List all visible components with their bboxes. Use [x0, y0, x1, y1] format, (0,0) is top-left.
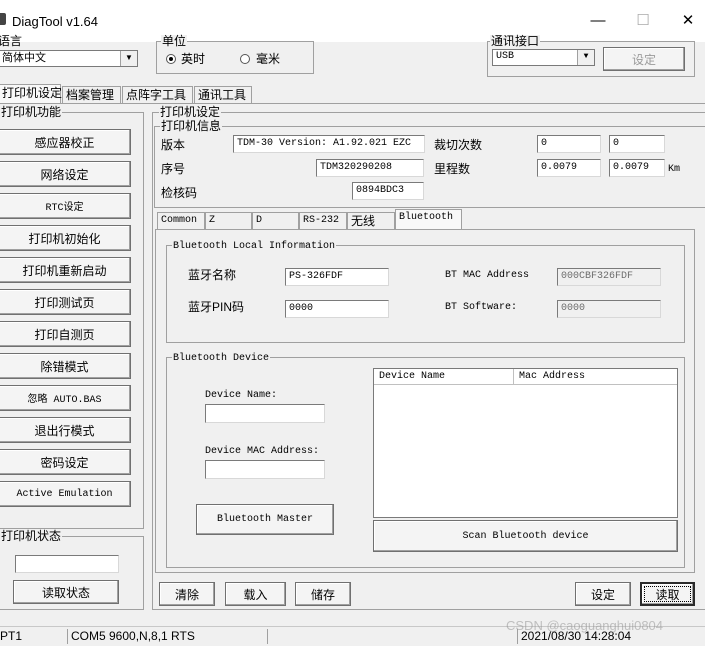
print-test-page-button[interactable]: 打印测试页	[0, 289, 131, 315]
subtab-z[interactable]: Z	[205, 212, 252, 230]
bt-name-label: 蓝牙名称	[188, 268, 237, 282]
bt-name-field[interactable]: PS-326FDF	[285, 268, 389, 286]
language-select[interactable]: 简体中文 ▼	[0, 50, 138, 67]
tab-comm-tools[interactable]: 通讯工具	[194, 86, 252, 104]
comm-select[interactable]: USB ▼	[492, 49, 595, 66]
serial-label: 序号	[161, 162, 186, 176]
save-button[interactable]: 储存	[295, 582, 351, 606]
mileage-field-2[interactable]: 0.0079	[609, 159, 665, 177]
language-label: 语言	[0, 34, 23, 48]
bt-device-title: Bluetooth Device	[172, 352, 271, 365]
app-icon	[0, 13, 6, 25]
checksum-label: 检核码	[161, 186, 198, 200]
set-button[interactable]: 设定	[575, 582, 631, 606]
subtab-d[interactable]: D	[252, 212, 299, 230]
printer-status-title: 打印机状态	[0, 529, 63, 543]
printer-status-field[interactable]	[15, 555, 119, 573]
bt-mac-label: BT MAC Address	[445, 270, 530, 281]
network-settings-button[interactable]: 网络设定	[0, 161, 131, 187]
unit-mm-label[interactable]: 毫米	[256, 52, 280, 66]
comm-select-value: USB	[496, 51, 515, 62]
cut-count-field-1[interactable]: 0	[537, 135, 601, 153]
device-list[interactable]: Device Name Mac Address	[373, 368, 678, 518]
tab-printer-settings[interactable]: 打印机设定	[0, 84, 62, 103]
print-self-test-button[interactable]: 打印自测页	[0, 321, 131, 347]
tab-bitmap-font[interactable]: 点阵字工具	[122, 86, 193, 104]
status-port: PT1	[0, 629, 23, 643]
subtab-rs232[interactable]: RS-232	[299, 212, 347, 230]
watermark: CSDN @caoguanghui0804	[506, 618, 664, 633]
maximize-icon[interactable]: ☐	[620, 8, 666, 34]
status-bar: PT1 COM5 9600,N,8,1 RTS 2021/08/30 14:28…	[0, 618, 705, 646]
printer-functions-title: 打印机功能	[0, 105, 63, 119]
ignore-autobas-button[interactable]: 忽略 AUTO.BAS	[0, 385, 131, 411]
mileage-field-1[interactable]: 0.0079	[537, 159, 601, 177]
device-list-header-mac[interactable]: Mac Address	[514, 369, 677, 385]
unit-label: 单位	[161, 34, 188, 48]
comm-label: 通讯接口	[490, 34, 541, 48]
active-emulation-button[interactable]: Active Emulation	[0, 481, 131, 507]
bt-local-title: Bluetooth Local Information	[172, 240, 337, 253]
bt-local-group	[166, 245, 685, 343]
printer-info-title: 打印机信息	[160, 119, 223, 133]
bt-software-label: BT Software:	[445, 302, 518, 313]
bt-mac-field: 000CBF326FDF	[557, 268, 661, 286]
serial-field[interactable]: TDM320290208	[316, 159, 424, 177]
unit-inch-radio[interactable]	[166, 54, 176, 64]
unit-inch-label[interactable]: 英时	[181, 52, 205, 66]
comm-set-button[interactable]: 设定	[603, 47, 685, 71]
version-label: 版本	[161, 138, 186, 152]
mileage-unit: Km	[668, 164, 681, 175]
device-name-field[interactable]	[205, 404, 325, 423]
rtc-settings-button[interactable]: RTC设定	[0, 193, 131, 219]
mileage-label: 里程数	[434, 162, 471, 176]
window-title: DiagTool v1.64	[12, 14, 98, 29]
language-select-value: 简体中文	[2, 52, 46, 64]
bt-software-field: 0000	[557, 300, 661, 318]
device-mac-label: Device MAC Address:	[205, 446, 320, 457]
password-settings-button[interactable]: 密码设定	[0, 449, 131, 475]
bt-pin-field[interactable]: 0000	[285, 300, 389, 318]
cut-count-label: 裁切次数	[434, 138, 483, 152]
device-mac-field[interactable]	[205, 460, 325, 479]
chevron-down-icon[interactable]: ▼	[120, 51, 137, 66]
device-name-label: Device Name:	[205, 390, 278, 401]
subtab-bluetooth[interactable]: Bluetooth	[395, 209, 462, 230]
status-comm: COM5 9600,N,8,1 RTS	[67, 629, 267, 644]
exit-line-mode-button[interactable]: 退出行模式	[0, 417, 131, 443]
bluetooth-master-button[interactable]: Bluetooth Master	[196, 504, 334, 535]
title-bar: DiagTool v1.64 — ☐ ✕	[0, 0, 705, 42]
unit-mm-radio[interactable]	[240, 54, 250, 64]
tab-file-manage[interactable]: 档案管理	[62, 86, 121, 104]
subtab-wireless[interactable]: 无线	[347, 212, 395, 230]
debug-mode-button[interactable]: 除错模式	[0, 353, 131, 379]
subtab-common[interactable]: Common	[157, 212, 205, 230]
read-button[interactable]: 读取	[640, 582, 695, 606]
cut-count-field-2[interactable]: 0	[609, 135, 665, 153]
load-button[interactable]: 载入	[225, 582, 286, 606]
device-list-header-name[interactable]: Device Name	[374, 369, 514, 385]
sensor-calibration-button[interactable]: 感应器校正	[0, 129, 131, 155]
read-status-button[interactable]: 读取状态	[13, 580, 119, 604]
status-empty	[267, 629, 517, 644]
chevron-down-icon[interactable]: ▼	[577, 50, 594, 65]
bt-pin-label: 蓝牙PIN码	[188, 300, 245, 314]
scan-bluetooth-button[interactable]: Scan Bluetooth device	[373, 520, 678, 552]
close-icon[interactable]: ✕	[665, 8, 705, 34]
clear-button[interactable]: 清除	[159, 582, 215, 606]
tab-panel-border	[0, 103, 705, 104]
printer-restart-button[interactable]: 打印机重新启动	[0, 257, 131, 283]
version-field[interactable]: TDM-30 Version: A1.92.021 EZC	[233, 135, 425, 153]
printer-settings-title: 打印机设定	[159, 105, 222, 119]
printer-init-button[interactable]: 打印机初始化	[0, 225, 131, 251]
minimize-icon[interactable]: —	[575, 8, 621, 34]
checksum-field[interactable]: 0894BDC3	[352, 182, 424, 200]
